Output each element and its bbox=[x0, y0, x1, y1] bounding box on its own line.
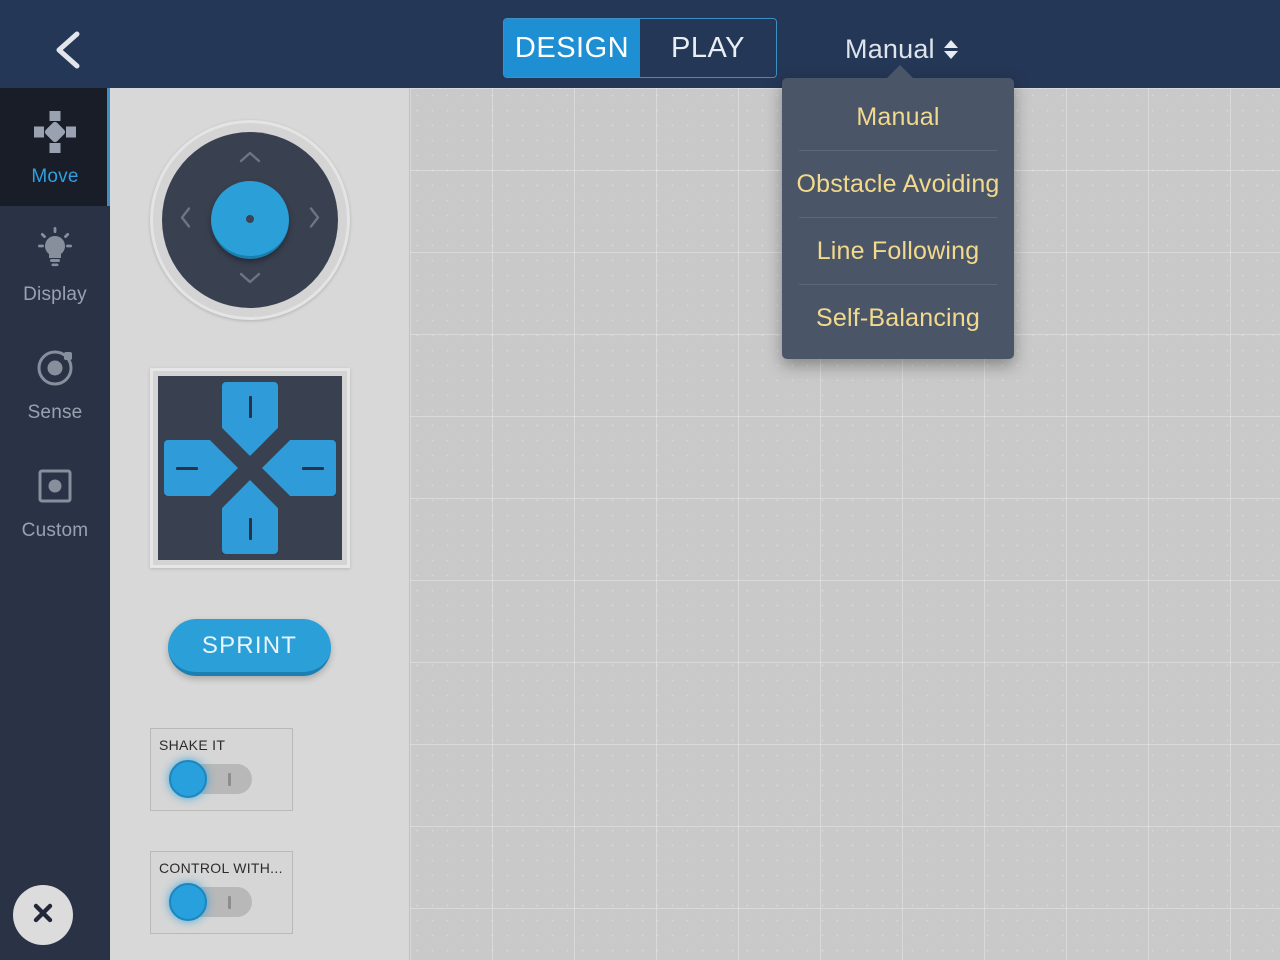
dpad-right-button[interactable] bbox=[262, 440, 336, 496]
controls-panel: SPRINT SHAKE IT CONTROL WITH... bbox=[110, 88, 410, 960]
sprint-button-label: SPRINT bbox=[201, 631, 298, 659]
sidebar-item-custom[interactable]: Custom bbox=[0, 442, 110, 560]
dpad-right-tick bbox=[302, 466, 324, 470]
sidebar-item-label: Custom bbox=[21, 520, 89, 541]
toggle-knob[interactable] bbox=[169, 760, 207, 798]
tab-play[interactable]: PLAY bbox=[640, 19, 776, 77]
dpad-up-button[interactable] bbox=[222, 382, 278, 456]
mode-segmented-control: DESIGN PLAY bbox=[503, 18, 777, 78]
sprint-button[interactable]: SPRINT bbox=[168, 619, 331, 676]
toggle-card-shake-it[interactable]: SHAKE IT bbox=[150, 728, 293, 811]
back-button[interactable] bbox=[40, 28, 96, 72]
toggle-label-shake-it: SHAKE IT bbox=[159, 737, 226, 753]
dpad-control[interactable] bbox=[150, 368, 350, 568]
toggle-card-control-with[interactable]: CONTROL WITH... bbox=[150, 851, 293, 934]
sensor-icon bbox=[29, 342, 81, 394]
toggle-knob[interactable] bbox=[169, 883, 207, 921]
dpad-left-button[interactable] bbox=[164, 440, 238, 496]
toggle-label-control-with: CONTROL WITH... bbox=[159, 860, 283, 876]
dpad-left-tick bbox=[176, 466, 198, 470]
toggle-switch-shake-it[interactable] bbox=[169, 760, 252, 798]
dropdown-item-line-following[interactable]: Line Following bbox=[782, 218, 1014, 284]
close-x-icon bbox=[30, 900, 56, 931]
chevron-left-icon bbox=[179, 207, 192, 234]
chevron-left-icon bbox=[51, 29, 85, 71]
joystick-base bbox=[162, 132, 338, 308]
dpad-up-tick bbox=[248, 396, 252, 418]
mode-selector[interactable]: Manual bbox=[845, 28, 958, 70]
left-sidebar: Move Display Sense Custom bbox=[0, 88, 110, 960]
dpad-icon bbox=[29, 106, 81, 158]
tab-design[interactable]: DESIGN bbox=[504, 19, 640, 77]
square-dot-icon bbox=[29, 460, 81, 512]
toggle-track-tick bbox=[228, 896, 231, 909]
toggle-switch-control-with[interactable] bbox=[169, 883, 252, 921]
joystick-knob-center-dot bbox=[246, 214, 254, 223]
mode-dropdown-menu: Manual Obstacle Avoiding Line Following … bbox=[782, 65, 1014, 359]
app-root: SPRINT SHAKE IT CONTROL WITH... Move Dis… bbox=[0, 0, 1280, 960]
mode-selector-value: Manual bbox=[845, 33, 935, 64]
sidebar-item-move[interactable]: Move bbox=[0, 88, 110, 206]
sidebar-item-sense[interactable]: Sense bbox=[0, 324, 110, 442]
up-down-chevron-icon bbox=[943, 39, 958, 59]
chevron-up-icon bbox=[239, 150, 261, 168]
sidebar-item-display[interactable]: Display bbox=[0, 206, 110, 324]
dropdown-item-self-balancing[interactable]: Self-Balancing bbox=[782, 285, 1014, 351]
chevron-down-icon bbox=[239, 272, 261, 290]
dropdown-item-manual[interactable]: Manual bbox=[782, 84, 1014, 150]
dropdown-item-obstacle-avoiding[interactable]: Obstacle Avoiding bbox=[782, 151, 1014, 217]
chevron-right-icon bbox=[308, 207, 321, 234]
toggle-track-tick bbox=[228, 773, 231, 786]
joystick-control[interactable] bbox=[150, 120, 350, 320]
dpad-down-button[interactable] bbox=[222, 480, 278, 554]
joystick-knob[interactable] bbox=[211, 181, 289, 259]
dpad-down-tick bbox=[248, 518, 252, 540]
dpad-base bbox=[158, 376, 342, 560]
close-button[interactable] bbox=[13, 885, 73, 945]
sidebar-item-label: Move bbox=[31, 166, 79, 187]
top-bar: DESIGN PLAY Manual bbox=[0, 0, 1280, 88]
sidebar-item-label: Display bbox=[23, 284, 87, 305]
lightbulb-icon bbox=[29, 224, 81, 276]
sidebar-item-label: Sense bbox=[27, 402, 83, 423]
